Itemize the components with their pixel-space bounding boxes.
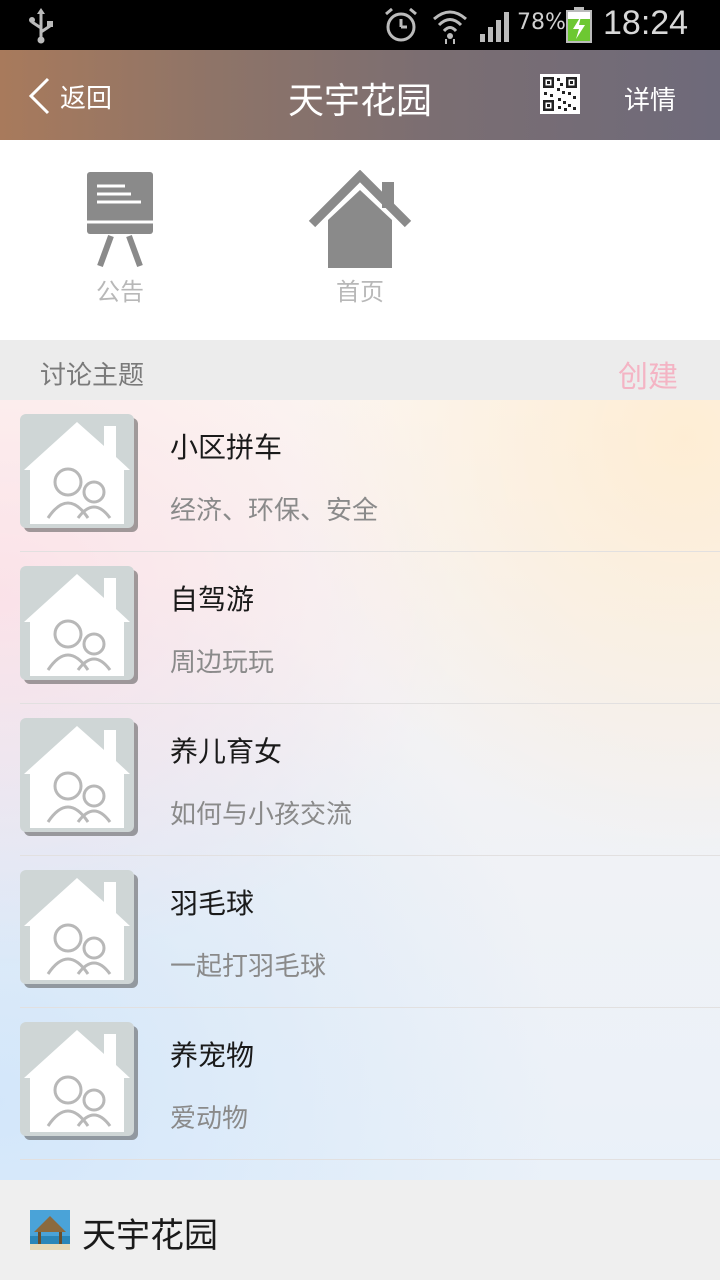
shortcut-label: 公告 (96, 278, 144, 306)
topic-subtitle: 如何与小孩交流 (170, 800, 353, 830)
topic-subtitle: 经济、环保、安全 (170, 496, 379, 526)
topic-title: 羽毛球 (170, 887, 255, 920)
shortcut-label: 首页 (336, 278, 384, 306)
clock: 18:24 (603, 4, 689, 42)
create-topic-button[interactable]: 创建 (618, 352, 678, 396)
list-item[interactable]: 小区拼车 经济、环保、安全 (0, 400, 720, 552)
header-bar: 返回 天宇花园 详情 (0, 50, 720, 140)
community-thumbnail (30, 1210, 70, 1250)
back-label: 返回 (60, 83, 113, 114)
topics-section-header: 讨论主题 创建 (0, 340, 720, 400)
shortcut-panel: 公告 首页 (0, 140, 720, 340)
chevron-left-icon (28, 77, 50, 115)
topic-title: 自驾游 (170, 583, 255, 616)
list-item[interactable]: 养儿育女 如何与小孩交流 (0, 704, 720, 856)
divider (20, 1159, 720, 1160)
topic-subtitle: 爱动物 (170, 1104, 249, 1134)
topic-title: 养宠物 (170, 1039, 255, 1072)
wifi-icon (433, 10, 467, 44)
list-item[interactable]: 自驾游 周边玩玩 (0, 552, 720, 704)
shortcut-home[interactable]: 首页 (300, 170, 420, 310)
notice-board-icon (87, 172, 153, 268)
back-button[interactable]: 返回 (26, 74, 112, 118)
section-title: 讨论主题 (40, 361, 145, 391)
shortcut-notice[interactable]: 公告 (60, 170, 180, 310)
home-icon (308, 170, 412, 268)
detail-button[interactable]: 详情 (624, 80, 676, 117)
topic-subtitle: 周边玩玩 (170, 648, 275, 678)
qr-code-icon[interactable] (540, 74, 580, 114)
group-house-icon (20, 718, 138, 836)
topic-subtitle: 一起打羽毛球 (170, 952, 327, 982)
footer-title: 天宇花园 (82, 1216, 218, 1256)
signal-icon (480, 12, 509, 42)
topic-title: 小区拼车 (170, 431, 283, 464)
group-house-icon (20, 1022, 138, 1140)
topic-list: 小区拼车 经济、环保、安全 自驾游 周边玩玩 养儿育女 如何与小孩交流 羽毛球 … (0, 400, 720, 1180)
topic-title: 养儿育女 (170, 735, 283, 768)
list-item[interactable]: 养宠物 爱动物 (0, 1008, 720, 1160)
group-house-icon (20, 870, 138, 988)
status-bar: 78% 18:24 (0, 0, 720, 50)
footer-bar[interactable]: 天宇花园 (0, 1180, 720, 1280)
battery-charging-icon (566, 7, 592, 43)
group-house-icon (20, 414, 138, 532)
usb-icon (29, 8, 53, 44)
battery-percent: 78% (517, 10, 566, 35)
group-house-icon (20, 566, 138, 684)
list-item[interactable]: 羽毛球 一起打羽毛球 (0, 856, 720, 1008)
alarm-icon (385, 7, 417, 42)
